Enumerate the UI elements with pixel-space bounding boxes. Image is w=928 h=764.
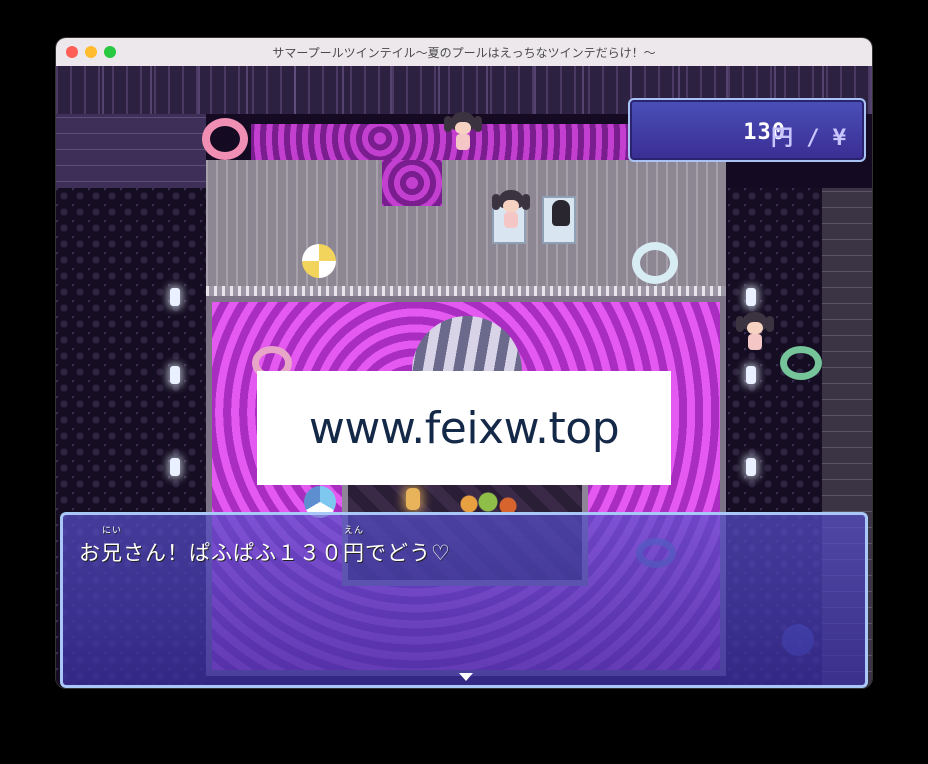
- continue-arrow-icon[interactable]: [459, 673, 473, 681]
- green-swim-ring: [780, 346, 822, 380]
- lamp-post: [746, 366, 756, 384]
- dialogue-part: でどう♡: [365, 541, 451, 565]
- lamp-post: [170, 458, 180, 476]
- gold-unit: 円 / ¥: [771, 126, 846, 151]
- window-title: サマープールツインテイル〜夏のプールはえっちなツインテだらけ！〜: [272, 46, 656, 60]
- beach-ball: [302, 244, 336, 278]
- ruby-annotation: えん: [343, 526, 365, 536]
- watermark-text: www.feixw.top: [308, 402, 620, 454]
- ruby-base: 兄: [101, 541, 123, 565]
- game-window: サマープールツインテイル〜夏のプールはえっちなツインテだらけ！〜 130 円 /…: [56, 38, 872, 688]
- dialogue-text: おにい兄さん！ぱふぱふ１３０ えん円でどう♡: [79, 526, 451, 567]
- lamp-post: [170, 366, 180, 384]
- lamp-post: [746, 458, 756, 476]
- ruby-annotation: にい: [101, 526, 123, 536]
- black-cat-sprite[interactable]: [552, 200, 570, 226]
- title-bar: サマープールツインテイル〜夏のプールはえっちなツインテだらけ！〜: [56, 38, 872, 67]
- flamingo-float: [202, 118, 248, 160]
- ruby-word: えん円: [343, 526, 365, 567]
- deck-railing: [206, 286, 726, 296]
- lamp-post: [170, 288, 180, 306]
- dialogue-part: お: [79, 541, 101, 565]
- twintail-girl-sprite[interactable]: [444, 112, 482, 152]
- unicorn-float: [632, 242, 678, 284]
- game-map[interactable]: 130 円 / ¥ www.feixw.top おにい兄さん！ぱふぱふ１３０ えん…: [56, 66, 872, 688]
- ruby-word: にい兄: [101, 526, 123, 567]
- twintail-girl-sprite[interactable]: [736, 312, 774, 352]
- dialogue-part: さん！ぱふぱふ１３０: [123, 541, 343, 565]
- watermark: www.feixw.top: [257, 371, 671, 485]
- ruby-base: 円: [343, 541, 365, 565]
- gold-window: 130 円 / ¥: [628, 98, 866, 162]
- twintail-girl-sprite[interactable]: [492, 190, 530, 230]
- message-window[interactable]: おにい兄さん！ぱふぱふ１３０ えん円でどう♡: [60, 512, 868, 688]
- pool-channel: [382, 160, 442, 206]
- lantern: [406, 488, 420, 510]
- lamp-post: [746, 288, 756, 306]
